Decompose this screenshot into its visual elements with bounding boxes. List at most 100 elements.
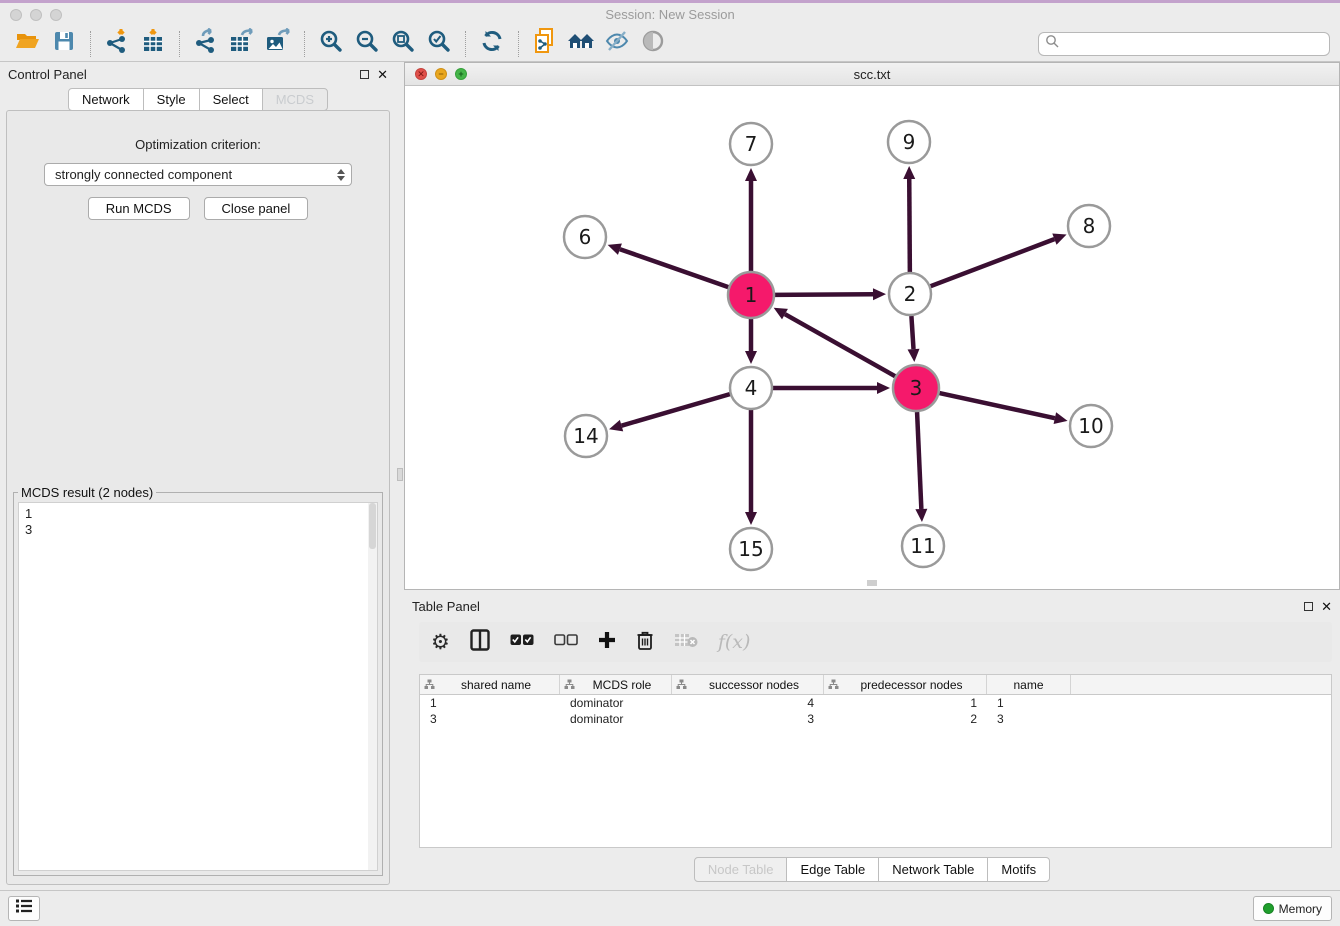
table-cell[interactable]: 3 — [672, 711, 824, 727]
delete-table-icon — [674, 632, 698, 653]
tab-node-table[interactable]: Node Table — [694, 857, 788, 882]
export-table-button[interactable] — [224, 29, 260, 59]
table-row[interactable]: 3dominator323 — [420, 711, 1331, 727]
edge-2-3[interactable] — [911, 316, 913, 349]
memory-button[interactable]: Memory — [1253, 896, 1332, 921]
splitter-grip-icon[interactable] — [397, 468, 403, 481]
save-session-button[interactable] — [46, 29, 82, 59]
table-cell[interactable]: 3 — [420, 711, 560, 727]
edge-arrow-icon — [1052, 234, 1066, 245]
function-builder-button[interactable]: f(x) — [718, 628, 751, 656]
float-panel-icon[interactable] — [360, 70, 369, 79]
tab-network[interactable]: Network — [68, 88, 144, 111]
search-field[interactable] — [1038, 32, 1330, 56]
table-cell[interactable]: dominator — [560, 711, 672, 727]
network-canvas[interactable]: 7968124314101511 — [405, 86, 1339, 589]
deselect-all-button[interactable] — [554, 628, 578, 656]
close-panel-icon[interactable]: ✕ — [377, 68, 388, 81]
delete-table-button[interactable] — [674, 628, 698, 656]
double-home-icon — [566, 29, 596, 58]
close-table-panel-icon[interactable]: ✕ — [1321, 600, 1332, 613]
panel-splitter[interactable] — [396, 62, 404, 890]
export-image-button[interactable] — [260, 29, 296, 59]
table-cell[interactable]: 2 — [824, 711, 987, 727]
mcds-panel-body: Optimization criterion: strongly connect… — [6, 110, 390, 885]
task-history-button[interactable] — [8, 896, 40, 921]
float-table-panel-icon[interactable] — [1304, 602, 1313, 611]
graph-node-label: 9 — [903, 130, 916, 154]
column-header-successor-nodes[interactable]: successor nodes — [672, 675, 824, 694]
edge-2-9[interactable] — [909, 179, 910, 272]
close-panel-button[interactable]: Close panel — [204, 197, 309, 220]
edge-1-6[interactable] — [620, 249, 728, 287]
hide-graphics-button[interactable] — [599, 29, 635, 59]
clone-network-button[interactable] — [527, 29, 563, 59]
application-window: Session: New Session — [0, 0, 1340, 926]
table-cell[interactable]: dominator — [560, 695, 672, 711]
edge-arrow-icon — [903, 166, 915, 179]
column-header-mcds-role[interactable]: MCDS role — [560, 675, 672, 694]
hierarchy-icon — [564, 679, 575, 690]
table-row[interactable]: 1dominator411 — [420, 695, 1331, 711]
select-all-button[interactable] — [510, 628, 534, 656]
table-cell[interactable]: 1 — [420, 695, 560, 711]
column-settings-button[interactable]: ⚙ — [431, 628, 450, 656]
search-input[interactable] — [1064, 36, 1323, 51]
edge-3-11[interactable] — [917, 412, 921, 509]
table-panel: Table Panel ✕ ⚙ — [404, 594, 1340, 890]
mcds-result-list[interactable]: 1 3 — [18, 502, 378, 871]
delete-columns-button[interactable] — [636, 628, 654, 656]
toolbar-separator — [90, 31, 91, 57]
zoom-fit-button[interactable] — [385, 29, 421, 59]
edge-2-8[interactable] — [931, 239, 1055, 286]
zoom-selected-button[interactable] — [421, 29, 457, 59]
edge-3-10[interactable] — [939, 393, 1054, 418]
optimization-criterion-label: Optimization criterion: — [7, 137, 389, 152]
tab-motifs[interactable]: Motifs — [987, 857, 1050, 882]
edge-arrow-icon — [745, 168, 757, 181]
edge-4-14[interactable] — [622, 394, 730, 426]
zoom-in-button[interactable] — [313, 29, 349, 59]
show-columns-button[interactable] — [470, 628, 490, 656]
graph-node-label: 1 — [745, 283, 758, 307]
import-network-button[interactable] — [99, 29, 135, 59]
tab-edge-table[interactable]: Edge Table — [786, 857, 879, 882]
network-window: ✕ − + scc.txt 7968124314101511 — [404, 62, 1340, 590]
open-session-button[interactable] — [10, 29, 46, 59]
graph-node-label: 10 — [1078, 414, 1103, 438]
edge-1-2[interactable] — [775, 294, 873, 295]
tab-style[interactable]: Style — [143, 88, 200, 111]
table-cell[interactable]: 3 — [987, 711, 1071, 727]
refresh-layout-button[interactable] — [474, 29, 510, 59]
graph-node-label: 11 — [910, 534, 935, 558]
edge-arrow-icon — [908, 349, 920, 362]
tab-select[interactable]: Select — [199, 88, 263, 111]
graph-node-label: 8 — [1083, 214, 1096, 238]
home-layouts-button[interactable] — [563, 29, 599, 59]
zoom-out-button[interactable] — [349, 29, 385, 59]
edge-3-1[interactable] — [785, 314, 895, 376]
canvas-resize-grip[interactable] — [867, 580, 877, 586]
tab-mcds[interactable]: MCDS — [262, 88, 328, 111]
column-header-shared-name[interactable]: shared name — [420, 675, 560, 694]
zoom-in-icon — [318, 28, 344, 59]
table-cell[interactable]: 4 — [672, 695, 824, 711]
edge-arrow-icon — [609, 420, 623, 432]
network-graph[interactable]: 7968124314101511 — [405, 86, 1340, 590]
run-mcds-button[interactable]: Run MCDS — [88, 197, 190, 220]
column-header-name[interactable]: name — [987, 675, 1071, 694]
refresh-icon — [480, 29, 504, 58]
add-column-button[interactable] — [598, 628, 616, 656]
tab-network-table[interactable]: Network Table — [878, 857, 988, 882]
import-table-button[interactable] — [135, 29, 171, 59]
show-graphics-button[interactable] — [635, 29, 671, 59]
hierarchy-icon — [828, 679, 839, 690]
table-cell[interactable]: 1 — [824, 695, 987, 711]
table-cell[interactable]: 1 — [987, 695, 1071, 711]
export-network-button[interactable] — [188, 29, 224, 59]
optimization-criterion-dropdown[interactable]: strongly connected component — [44, 163, 352, 186]
column-header-predecessor-nodes[interactable]: predecessor nodes — [824, 675, 987, 694]
table-panel-header: Table Panel ✕ — [404, 594, 1340, 618]
control-panel: Control Panel ✕ Network Style Select MCD… — [0, 62, 396, 890]
result-scrollbar[interactable] — [368, 503, 377, 870]
